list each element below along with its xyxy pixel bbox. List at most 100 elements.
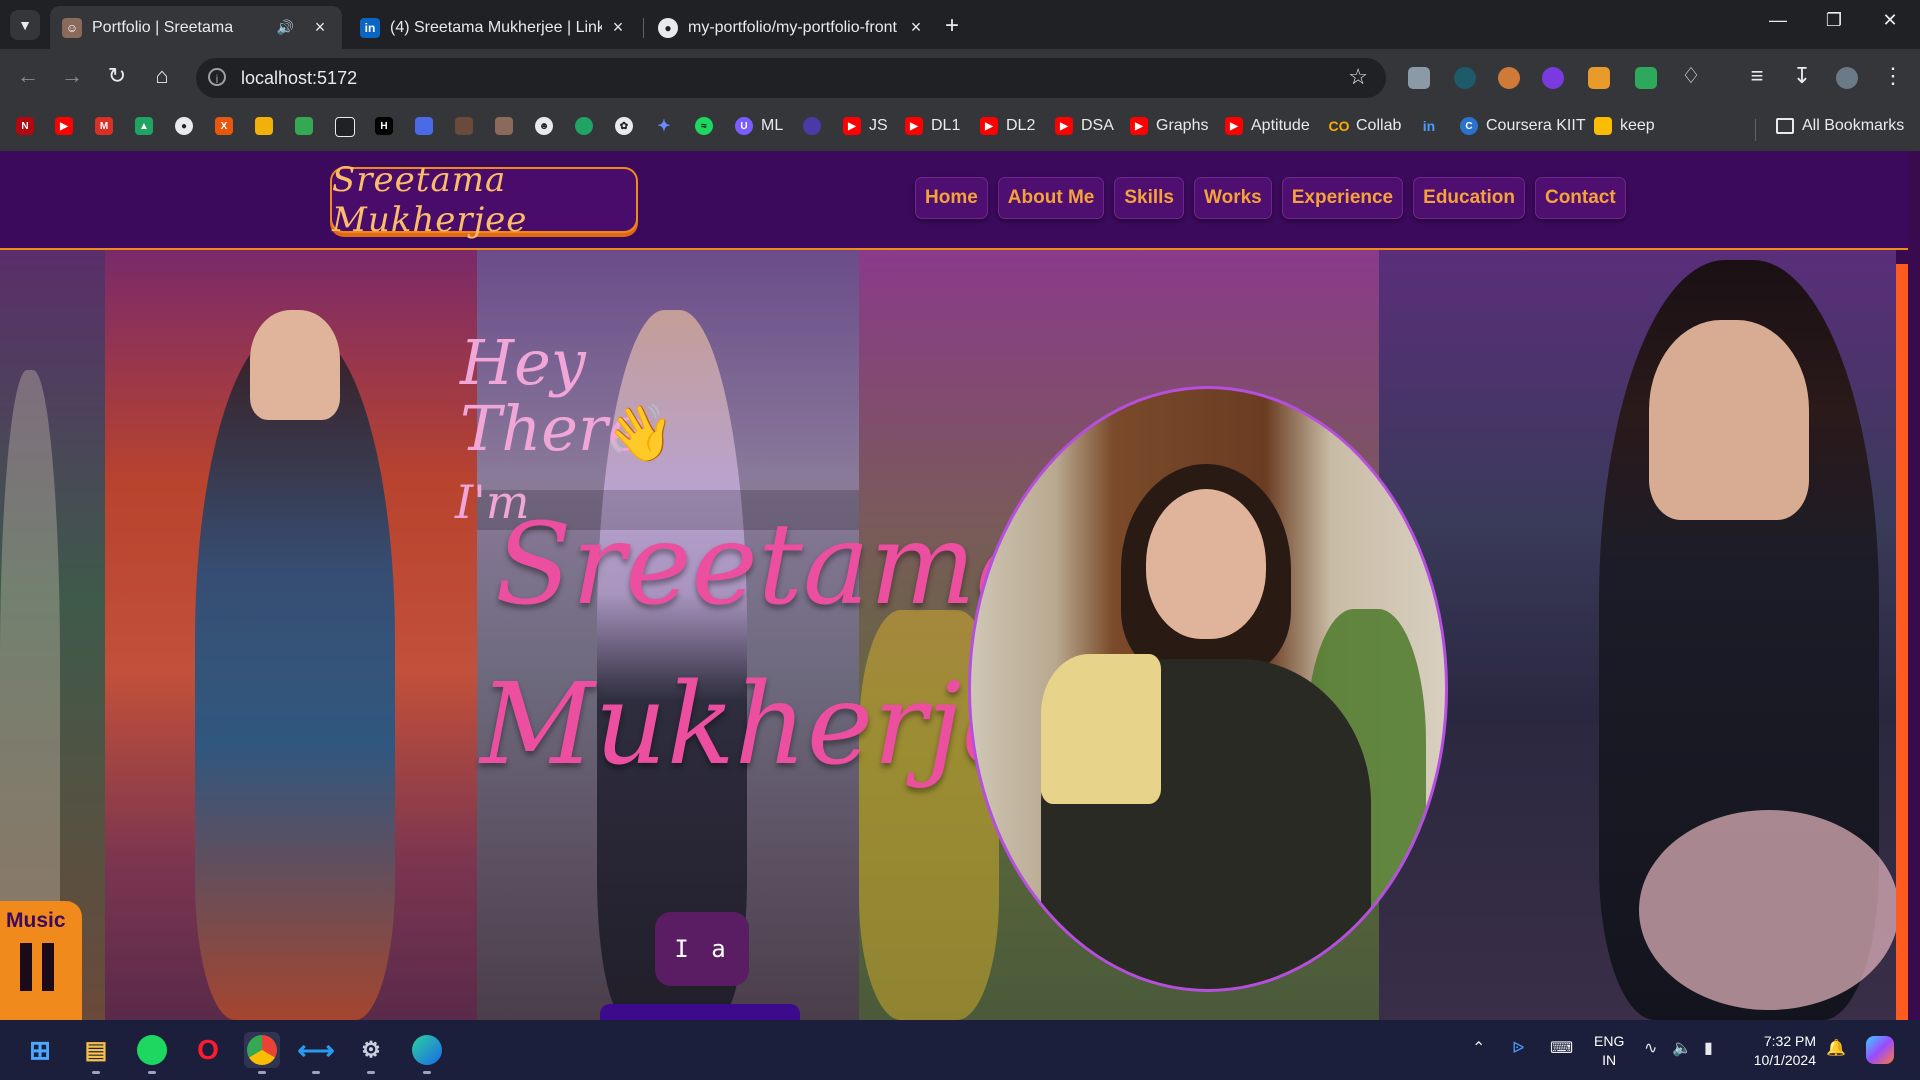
bookmark-green[interactable] (575, 117, 601, 135)
extension-icon[interactable] (1588, 67, 1610, 89)
address-bar[interactable]: i localhost:5172 ☆ (196, 58, 1386, 98)
close-tab-icon[interactable]: × (608, 17, 628, 38)
youtube-icon: ▶ (905, 117, 923, 135)
media-controls-icon[interactable]: ≡ (1742, 63, 1772, 89)
bookmark-dl2[interactable]: ▶ DL2 (980, 117, 1035, 135)
nav-experience[interactable]: Experience (1281, 177, 1404, 219)
nav-works[interactable]: Works (1194, 177, 1272, 219)
avatar-favicon-icon: ☺ (62, 17, 82, 38)
bookmark-photos[interactable] (295, 117, 321, 135)
bookmark-classroom[interactable] (255, 117, 281, 135)
scrollbar-thumb[interactable] (1896, 264, 1908, 1020)
restore-icon[interactable]: ❐ (1814, 10, 1854, 31)
bookmark-js[interactable]: ▶ JS (843, 117, 888, 135)
volume-icon[interactable]: 🔈 (1672, 1038, 1692, 1058)
nav-about-me[interactable]: About Me (997, 177, 1105, 219)
bookmark-charts[interactable] (415, 117, 441, 135)
youtube-icon: ▶ (1130, 117, 1148, 135)
bookmark-coursera[interactable]: C Coursera KIIT (1460, 117, 1586, 135)
download-icon[interactable]: ↧ (1787, 63, 1817, 89)
bookmark-dl1[interactable]: ▶ DL1 (905, 117, 960, 135)
extensions-puzzle-icon[interactable]: ♢ (1676, 63, 1706, 89)
bookmark-chatgpt[interactable]: ✿ (615, 117, 641, 135)
tab-portfolio[interactable]: ☺ Portfolio | Sreetama 🔊 × (50, 6, 342, 49)
steam-icon[interactable]: ⚙ (353, 1032, 389, 1074)
extension-icon[interactable] (1498, 67, 1520, 89)
bookmark-collab[interactable]: CO Collab (1329, 117, 1402, 135)
bluetooth-icon[interactable]: ᐉ (1512, 1038, 1524, 1058)
windows-taskbar: ⊞ ▤ O ⟷ ⚙ ⌃ ᐉ ⌨ ENG IN ∿ 🔈 ▮ 7:32 PM 10/… (0, 1020, 1920, 1080)
file-explorer-icon[interactable]: ▤ (78, 1032, 114, 1074)
battery-icon[interactable]: ▮ (1704, 1038, 1713, 1058)
bookmark-gemini[interactable]: ✦ (655, 117, 681, 135)
notification-bell-icon[interactable]: 🔔 (1826, 1038, 1846, 1058)
home-icon[interactable]: ⌂ (147, 63, 177, 89)
spotify-icon[interactable] (134, 1032, 170, 1074)
copilot-icon[interactable] (1862, 1032, 1898, 1068)
forward-icon[interactable]: → (57, 63, 87, 89)
bookmark-spotify[interactable]: ≈ (695, 117, 721, 135)
nav-skills[interactable]: Skills (1114, 177, 1184, 219)
bookmark-netflix[interactable]: N (16, 117, 42, 135)
bookmark-x[interactable]: X (215, 117, 241, 135)
menu-icon[interactable]: ⋮ (1878, 63, 1908, 89)
bookmark-keep[interactable]: keep (1594, 117, 1655, 135)
folder-icon (1776, 118, 1794, 134)
vscode-icon[interactable]: ⟷ (297, 1032, 335, 1074)
bookmark-photo[interactable] (455, 117, 481, 135)
bookmark-aptitude[interactable]: ▶ Aptitude (1225, 117, 1310, 135)
bookmark-gmail[interactable]: M (95, 117, 121, 135)
keyboard-icon[interactable]: ⌨ (1550, 1038, 1573, 1058)
bookmark-label: Graphs (1156, 117, 1209, 134)
tab-linkedin[interactable]: in (4) Sreetama Mukherjee | Linked × (348, 6, 640, 49)
bookmark-hackerearth[interactable]: H (375, 117, 401, 135)
bookmark-smiley[interactable]: ☻ (535, 117, 561, 135)
site-info-icon[interactable]: i (208, 68, 226, 86)
bookmark-site[interactable] (335, 117, 363, 137)
bookmark-eye[interactable] (803, 117, 829, 135)
edge-icon[interactable] (409, 1032, 445, 1074)
bookmark-linkedin[interactable]: in (1420, 117, 1446, 135)
reload-icon[interactable]: ↻ (102, 63, 132, 89)
scroll-indicator[interactable] (600, 1004, 800, 1020)
extension-icon[interactable] (1542, 67, 1564, 89)
language-indicator[interactable]: ENG IN (1594, 1032, 1624, 1070)
close-window-icon[interactable]: ✕ (1870, 10, 1910, 31)
chrome-icon[interactable] (244, 1032, 280, 1074)
close-tab-icon[interactable]: × (310, 17, 330, 38)
nav-education[interactable]: Education (1413, 177, 1525, 219)
new-tab-button[interactable]: + (945, 12, 959, 40)
back-icon[interactable]: ← (13, 63, 43, 89)
photo-figure (195, 330, 395, 1020)
extension-icon[interactable] (1454, 67, 1476, 89)
minimize-icon[interactable]: — (1758, 10, 1798, 31)
music-toggle[interactable]: Music (0, 901, 82, 1020)
chevron-up-icon[interactable]: ⌃ (1472, 1038, 1485, 1058)
nav-contact[interactable]: Contact (1534, 177, 1626, 219)
bookmark-drive[interactable]: ▲ (135, 117, 161, 135)
opera-icon[interactable]: O (190, 1032, 226, 1068)
site-logo[interactable]: Sreetama Mukherjee (330, 160, 638, 240)
wifi-icon[interactable]: ∿ (1644, 1038, 1657, 1058)
profile-avatar[interactable] (1836, 67, 1858, 89)
bookmark-star-icon[interactable]: ☆ (1348, 64, 1368, 90)
bookmark-youtube[interactable]: ▶ (55, 117, 81, 135)
bookmark-graphs[interactable]: ▶ Graphs (1130, 117, 1208, 135)
bookmark-dsa[interactable]: ▶ DSA (1055, 117, 1114, 135)
tab-search-button[interactable]: ▼ (10, 10, 40, 40)
extension-icon[interactable] (1408, 67, 1430, 89)
all-bookmarks[interactable]: All Bookmarks (1776, 117, 1904, 135)
windows-start-icon[interactable]: ⊞ (22, 1032, 58, 1068)
bookmark-github[interactable]: ● (175, 117, 201, 135)
bookmark-avatar[interactable] (495, 117, 521, 135)
close-tab-icon[interactable]: × (906, 17, 926, 38)
clock[interactable]: 7:32 PM 10/1/2024 (1744, 1032, 1816, 1070)
page-scrollbar[interactable] (1896, 250, 1908, 1020)
smiley-icon: ☻ (535, 117, 553, 135)
bookmark-ml[interactable]: U ML (735, 117, 783, 135)
tab-github[interactable]: ● my-portfolio/my-portfolio-front × (646, 6, 938, 49)
speaker-icon[interactable]: 🔊 (277, 19, 294, 36)
background-photo (105, 250, 477, 1020)
nav-home[interactable]: Home (915, 177, 988, 219)
shield-icon[interactable] (1635, 67, 1657, 89)
